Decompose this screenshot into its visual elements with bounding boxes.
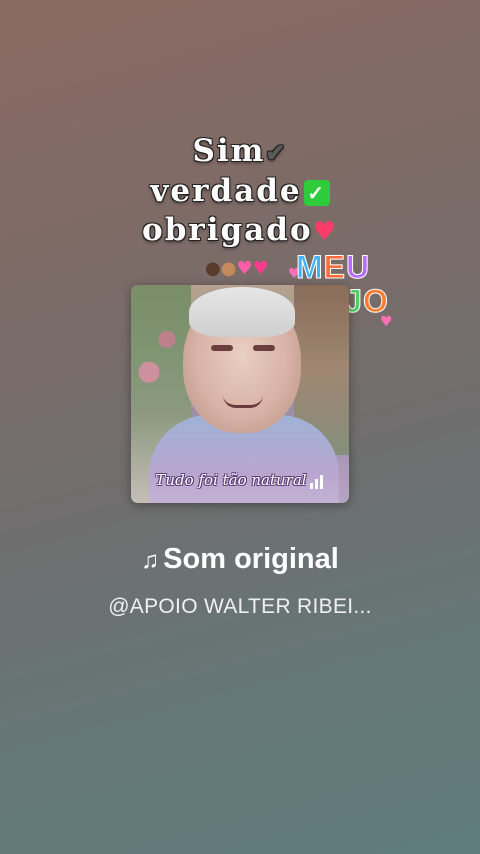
caption-text-verdade: verdade <box>150 173 302 209</box>
sound-bars-icon <box>309 471 325 489</box>
sticker-letter: E <box>323 249 346 285</box>
caption-text-sim: Sim <box>192 133 266 169</box>
caption-line-1: Sim✔ <box>0 132 480 172</box>
sparkling-heart-icon: ♥ <box>312 217 338 247</box>
heart-icon: ♥ <box>236 258 253 279</box>
sound-cover-thumbnail[interactable]: Tudo foi tão natural <box>131 285 349 503</box>
sticker-letter: U <box>345 249 371 285</box>
thumbnail-caption: Tudo foi tão natural <box>131 471 349 489</box>
video-caption: Sim✔ verdade ✓ obrigado♥ <box>0 132 480 252</box>
thumbnail-eye <box>211 345 233 351</box>
thumbnail-eye <box>253 345 275 351</box>
sound-title-text: Som original <box>163 543 339 575</box>
thumbnail-hair <box>189 287 295 337</box>
sound-title[interactable]: ♫ Som original <box>0 541 480 579</box>
emoji-sticker-group: ●●♥♥ <box>205 258 269 279</box>
caption-line-2: verdade ✓ <box>0 172 480 211</box>
sticker-letter: O <box>363 283 389 319</box>
sticker-word-1: MEU <box>296 249 389 285</box>
sticker-letter: M <box>296 249 324 285</box>
heavy-check-icon: ✔ <box>265 138 288 167</box>
heart-icon: ♥ <box>252 258 269 279</box>
person-icon: ● <box>220 258 237 279</box>
music-note-icon: ♫ <box>141 547 160 574</box>
person-icon: ● <box>205 258 221 279</box>
caption-text-obrigado: obrigado <box>142 212 313 248</box>
caption-line-3: obrigado♥ <box>0 211 480 252</box>
sound-author[interactable]: @APOIO WALTER RIBEI... <box>0 594 480 620</box>
check-mark-button-icon: ✓ <box>303 179 330 206</box>
thumbnail-caption-text: Tudo foi tão natural <box>155 471 307 489</box>
